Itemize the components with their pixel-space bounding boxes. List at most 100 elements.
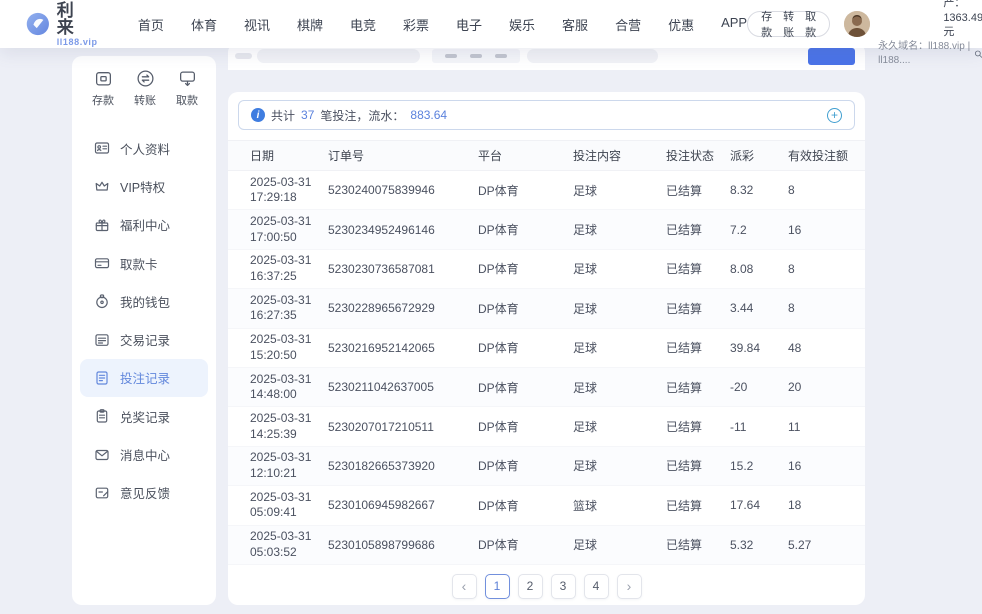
summary-middle: 笔投注，流水：	[320, 107, 404, 124]
nav-item[interactable]: 首页	[138, 15, 164, 34]
sidebar-item[interactable]: 消息中心	[80, 435, 208, 473]
nav-item[interactable]: 彩票	[403, 15, 429, 34]
table-row: 2025-03-3105:03:525230105898799686DP体育足球…	[228, 526, 865, 565]
cell-valid-amount: 48	[788, 341, 853, 355]
cell-valid-amount: 20	[788, 380, 853, 394]
nav-item[interactable]: 电子	[456, 15, 482, 34]
nav-item[interactable]: 合营	[615, 15, 641, 34]
search-icon[interactable]	[974, 48, 982, 60]
table-row: 2025-03-3112:10:215230182665373920DP体育足球…	[228, 447, 865, 486]
info-icon: i	[251, 108, 265, 122]
cell-platform: DP体育	[478, 418, 573, 435]
wallet-pill-action[interactable]: 转账	[783, 8, 794, 40]
cell-date: 2025-03-3112:10:21	[250, 450, 328, 481]
filter-search-button[interactable]	[808, 48, 855, 65]
cell-content: 足球	[573, 379, 666, 396]
brand-logo-icon	[26, 9, 50, 39]
page-number-button[interactable]: 3	[551, 574, 576, 599]
quick-action-deposit[interactable]: 存款	[92, 69, 114, 108]
transactions-icon	[94, 332, 110, 348]
expand-plus-icon[interactable]: +	[827, 108, 842, 123]
cell-content: 足球	[573, 418, 666, 435]
table-row: 2025-03-3114:25:395230207017210511DP体育足球…	[228, 407, 865, 446]
page-prev-button[interactable]: ‹	[452, 574, 477, 599]
table-row: 2025-03-3117:00:505230234952496146DP体育足球…	[228, 210, 865, 249]
message-icon	[94, 447, 110, 463]
nav-item[interactable]: 体育	[191, 15, 217, 34]
cell-order: 5230211042637005	[328, 380, 478, 394]
nav-item[interactable]: 电竞	[350, 15, 376, 34]
gift-icon	[94, 217, 110, 233]
column-header: 订单号	[328, 147, 478, 164]
nav-item[interactable]: 客服	[562, 15, 588, 34]
sidebar-item[interactable]: 取款卡	[80, 244, 208, 282]
column-header: 平台	[478, 147, 573, 164]
sidebar-item[interactable]: 个人资料	[80, 129, 208, 167]
column-header: 投注内容	[573, 147, 666, 164]
cell-payout: 39.84	[730, 341, 788, 355]
sidebar: 存款转账取款 个人资料VIP特权福利中心取款卡我的钱包交易记录投注记录兑奖记录消…	[72, 56, 216, 605]
sidebar-item[interactable]: 我的钱包	[80, 282, 208, 320]
column-header: 日期	[250, 147, 328, 164]
nav-item[interactable]: 优惠	[668, 15, 694, 34]
cell-order: 5230216952142065	[328, 341, 478, 355]
page-number-button[interactable]: 2	[518, 574, 543, 599]
sidebar-item[interactable]: 投注记录	[80, 359, 208, 397]
feedback-icon	[94, 485, 110, 501]
page-next-button[interactable]: ›	[617, 574, 642, 599]
cell-valid-amount: 8	[788, 262, 853, 276]
cell-status: 已结算	[666, 221, 730, 238]
column-header: 有效投注额	[788, 147, 853, 164]
brand-domain: ll188.vip	[57, 38, 104, 47]
nav-item[interactable]: 视讯	[244, 15, 270, 34]
cell-status: 已结算	[666, 536, 730, 553]
username[interactable]: anxin3399	[878, 0, 931, 40]
cell-platform: DP体育	[478, 182, 573, 199]
table-header: 日期订单号平台投注内容投注状态派彩有效投注额	[228, 140, 865, 171]
sidebar-item-label: 兑奖记录	[120, 407, 170, 426]
deposit-icon	[94, 69, 113, 88]
cell-status: 已结算	[666, 260, 730, 277]
cell-date: 2025-03-3117:00:50	[250, 214, 328, 245]
cell-status: 已结算	[666, 339, 730, 356]
page-number-button[interactable]: 4	[584, 574, 609, 599]
user-info: anxin3399 总资产：1363.49元 永久域名：ll188.vip | …	[878, 0, 982, 67]
sidebar-item[interactable]: 兑奖记录	[80, 397, 208, 435]
main-nav: 首页 体育 视讯 棋牌 电竞 彩票 电子 娱乐 客服 合营 优惠 APP	[138, 15, 747, 34]
table-row: 2025-03-3116:37:255230230736587081DP体育足球…	[228, 250, 865, 289]
bet-records-icon	[94, 370, 110, 386]
total-assets: 总资产：1363.49元	[943, 0, 982, 40]
filter-date-input[interactable]	[257, 49, 420, 63]
brand-logo[interactable]: 利 来 ll188.vip	[26, 2, 104, 47]
page-number-button[interactable]: 1	[485, 574, 510, 599]
filter-quick-range-tabs[interactable]	[432, 49, 520, 63]
cell-content: 篮球	[573, 497, 666, 514]
sidebar-item[interactable]: 福利中心	[80, 206, 208, 244]
nav-item[interactable]: 娱乐	[509, 15, 535, 34]
wallet-pill-action[interactable]: 存款	[761, 8, 772, 40]
nav-item[interactable]: 棋牌	[297, 15, 323, 34]
cell-payout: 5.32	[730, 538, 788, 552]
wallet-pill-action[interactable]: 取款	[805, 8, 816, 40]
cell-payout: 15.2	[730, 459, 788, 473]
filter-label-clipped	[235, 53, 252, 59]
sidebar-item[interactable]: 意见反馈	[80, 474, 208, 512]
sidebar-item[interactable]: 交易记录	[80, 320, 208, 358]
cell-order: 5230234952496146	[328, 223, 478, 237]
nav-item[interactable]: APP	[721, 15, 747, 34]
bank-card-icon	[94, 255, 110, 271]
table-row: 2025-03-3116:27:355230228965672929DP体育足球…	[228, 289, 865, 328]
cell-order: 5230230736587081	[328, 262, 478, 276]
quick-action-transfer[interactable]: 转账	[134, 69, 156, 108]
cell-platform: DP体育	[478, 379, 573, 396]
avatar[interactable]	[844, 11, 870, 37]
cell-platform: DP体育	[478, 457, 573, 474]
filter-type-select[interactable]	[527, 49, 658, 63]
cell-date: 2025-03-3116:37:25	[250, 253, 328, 284]
quick-action-withdraw[interactable]: 取款	[176, 69, 198, 108]
cell-platform: DP体育	[478, 260, 573, 277]
sidebar-item[interactable]: VIP特权	[80, 167, 208, 205]
cell-status: 已结算	[666, 497, 730, 514]
cell-valid-amount: 8	[788, 301, 853, 315]
cell-order: 5230106945982667	[328, 498, 478, 512]
